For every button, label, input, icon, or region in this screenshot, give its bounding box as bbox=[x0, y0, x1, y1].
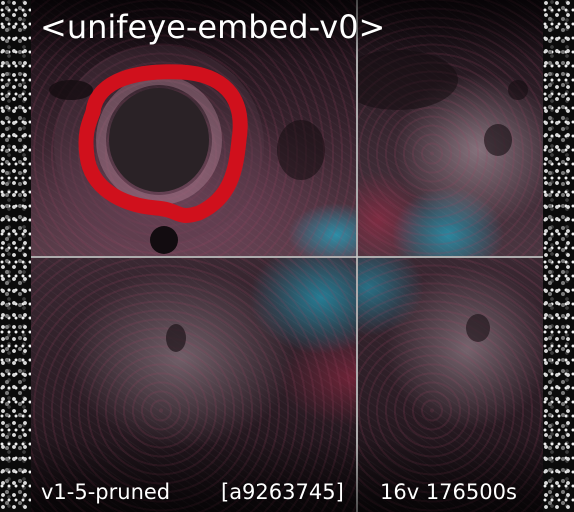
dark-tissue-spot bbox=[484, 124, 512, 156]
overlay-title: <unifeye-embed-v0> bbox=[40, 8, 386, 46]
training-stats-label: 16v 176500s bbox=[380, 480, 517, 504]
generated-image-grid bbox=[31, 0, 543, 512]
dark-tissue-spot bbox=[508, 80, 528, 100]
pupil bbox=[109, 88, 209, 192]
dotted-border-left bbox=[0, 0, 31, 512]
dark-tissue-patch bbox=[277, 120, 325, 180]
dark-tissue-spot bbox=[166, 324, 186, 352]
dotted-border-right bbox=[543, 0, 574, 512]
dark-tissue-spot bbox=[466, 314, 490, 342]
model-name-label: v1-5-pruned bbox=[41, 480, 171, 504]
small-dark-spot bbox=[150, 226, 178, 254]
grid-divider-horizontal bbox=[31, 256, 543, 258]
model-hash-label: [a9263745] bbox=[221, 480, 344, 504]
image-viewer: <unifeye-embed-v0> v1-5-pruned [a9263745… bbox=[0, 0, 574, 512]
dark-tissue-patch bbox=[49, 80, 93, 100]
